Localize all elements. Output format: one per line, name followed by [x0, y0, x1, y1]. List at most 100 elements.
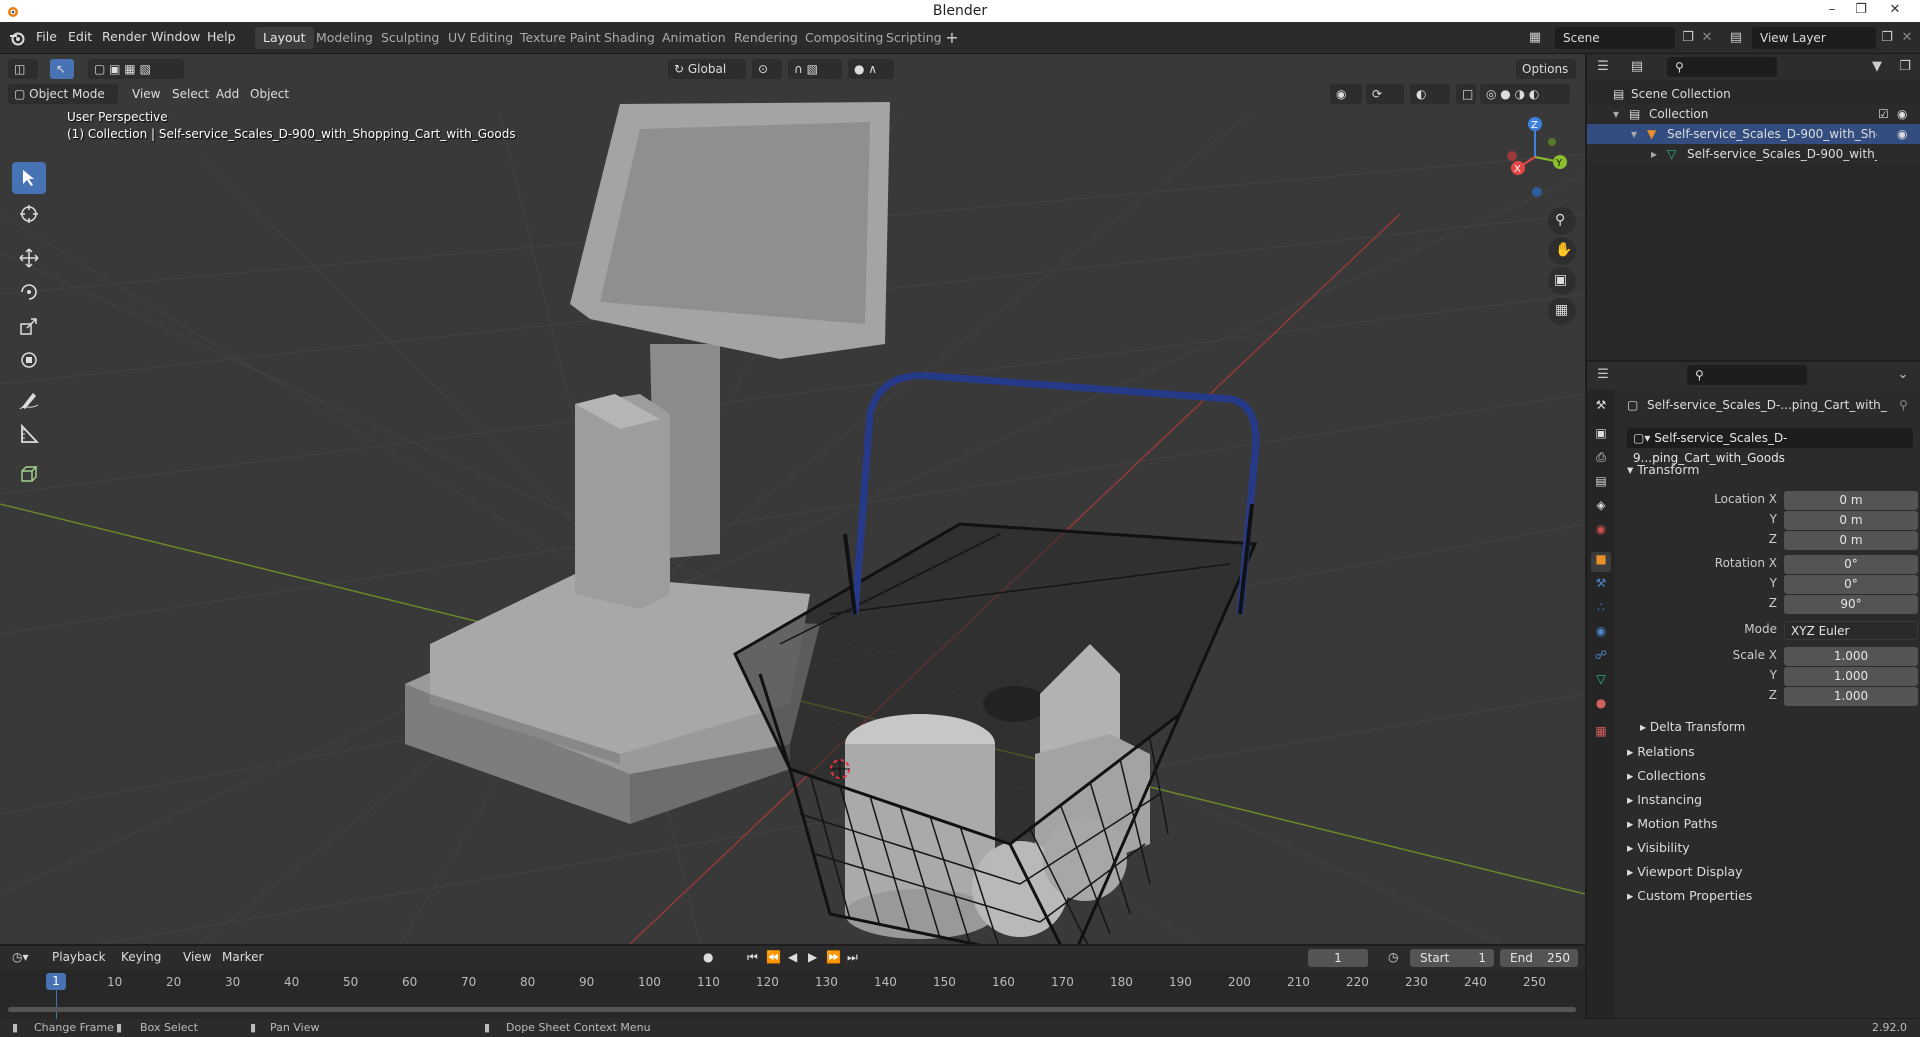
- world-tab-icon[interactable]: ◉: [1591, 522, 1611, 542]
- options-dropdown[interactable]: Options: [1516, 59, 1576, 79]
- rotation-x-field[interactable]: 0°: [1784, 555, 1918, 574]
- motion-paths-panel-header[interactable]: ▸ Motion Paths: [1627, 816, 1718, 831]
- tab-sculpting[interactable]: Sculpting: [373, 27, 447, 49]
- outliner-editor-type-icon[interactable]: ☰: [1593, 57, 1613, 77]
- collection-visibility-icon[interactable]: ◉: [1897, 104, 1907, 124]
- delta-transform-header[interactable]: ▸ Delta Transform: [1640, 720, 1745, 734]
- scale-tool[interactable]: [12, 310, 46, 342]
- object-expand-arrow-icon[interactable]: ▾: [1631, 124, 1637, 144]
- constraints-tab-icon[interactable]: ☍: [1591, 648, 1611, 668]
- delete-scene-icon[interactable]: ✕: [1697, 28, 1717, 48]
- menu-marker[interactable]: Marker: [222, 950, 263, 964]
- view-layer-tab-icon[interactable]: ▤: [1591, 474, 1611, 494]
- cursor-tool[interactable]: [12, 198, 46, 230]
- outliner-collection[interactable]: ▾ ▤ Collection ☑ ◉: [1587, 104, 1920, 124]
- menu-file[interactable]: File: [36, 29, 57, 44]
- outliner-object-row[interactable]: ▾ ▼ Self-service_Scales_D-900_with_Shopp…: [1587, 124, 1920, 144]
- physics-tab-icon[interactable]: ◉: [1591, 624, 1611, 644]
- tab-layout[interactable]: Layout: [255, 27, 314, 49]
- outliner-scene-collection[interactable]: ▤ Scene Collection: [1587, 84, 1920, 104]
- location-x-field[interactable]: 0 m: [1784, 491, 1918, 510]
- new-view-layer-icon[interactable]: ❐: [1877, 28, 1897, 48]
- timeline-editor-type-icon[interactable]: ◷▾: [12, 950, 29, 964]
- gizmo-y-label[interactable]: Y: [1555, 158, 1563, 169]
- timeline-editor[interactable]: ◷▾ Playback Keying View Marker ● ⏮ ⏪ ◀ ▶…: [0, 946, 1585, 1020]
- transform-orientation-dropdown[interactable]: ↻ Global: [668, 59, 746, 79]
- add-cube-tool[interactable]: [12, 458, 46, 490]
- particles-tab-icon[interactable]: ∴: [1591, 600, 1611, 620]
- gizmo-x-label[interactable]: X: [1514, 164, 1521, 175]
- proportional-edit-icon[interactable]: ● ∧: [848, 59, 894, 79]
- mesh-expand-arrow-icon[interactable]: ▸: [1651, 144, 1657, 164]
- select-tool-icon[interactable]: ↖: [50, 59, 74, 79]
- shading-mode-icons[interactable]: ◎ ● ◑ ◐: [1480, 84, 1570, 104]
- timeline-scrollbar[interactable]: [8, 1007, 1576, 1012]
- rotation-mode-dropdown[interactable]: XYZ Euler: [1784, 621, 1918, 640]
- visibility-panel-header[interactable]: ▸ Visibility: [1627, 840, 1690, 855]
- transform-panel-header[interactable]: ▾ Transform: [1627, 462, 1699, 477]
- camera-view-icon[interactable]: ▣: [1548, 267, 1576, 295]
- display-mode-icon[interactable]: ▤: [1627, 57, 1647, 77]
- jump-next-keyframe-icon[interactable]: ⏩: [826, 950, 841, 964]
- tab-shading[interactable]: Shading: [596, 27, 663, 49]
- location-z-field[interactable]: 0 m: [1784, 531, 1918, 550]
- location-y-field[interactable]: 0 m: [1784, 511, 1918, 530]
- transform-tool[interactable]: [12, 344, 46, 376]
- scene-tab-icon[interactable]: ◈: [1591, 498, 1611, 518]
- close-button[interactable]: ✕: [1880, 0, 1910, 22]
- blender-menu-icon[interactable]: [8, 29, 26, 47]
- object-visibility-icon[interactable]: ◉: [1897, 124, 1907, 144]
- object-tab-icon[interactable]: ■: [1591, 552, 1611, 572]
- 3d-viewport[interactable]: ◫ ↖ ▢ ▣ ▦ ▧ ↻ Global ⊙ ∩ ▧ ● ∧ Options ▢…: [0, 54, 1585, 944]
- gizmo-z-label[interactable]: Z: [1531, 120, 1538, 131]
- end-frame-field[interactable]: End 250: [1500, 949, 1578, 967]
- scale-x-field[interactable]: 1.000: [1784, 647, 1918, 666]
- view-layer-icon[interactable]: ▤: [1726, 28, 1746, 48]
- zoom-icon[interactable]: ⚲: [1548, 207, 1576, 235]
- current-frame-field[interactable]: 1: [1308, 949, 1368, 967]
- play-reverse-icon[interactable]: ◀: [788, 950, 797, 964]
- menu-add[interactable]: Add: [210, 84, 245, 104]
- maximize-button[interactable]: ❐: [1846, 0, 1876, 22]
- menu-keying[interactable]: Keying: [121, 950, 161, 964]
- collections-panel-header[interactable]: ▸ Collections: [1627, 768, 1706, 783]
- annotate-tool[interactable]: [12, 384, 46, 416]
- view-layer-field[interactable]: View Layer: [1752, 27, 1876, 49]
- relations-panel-header[interactable]: ▸ Relations: [1627, 744, 1695, 759]
- jump-start-icon[interactable]: ⏮: [747, 950, 758, 965]
- properties-editor-type-icon[interactable]: ☰: [1593, 365, 1613, 385]
- output-tab-icon[interactable]: ⎙: [1591, 450, 1611, 470]
- clock-icon[interactable]: ◷: [1388, 950, 1398, 964]
- visibility-icon[interactable]: ◉: [1330, 84, 1362, 104]
- scene-name-field[interactable]: Scene: [1555, 27, 1675, 49]
- menu-render[interactable]: Render: [102, 29, 147, 44]
- overlays-icon[interactable]: ◐: [1410, 84, 1450, 104]
- object-datablock-field[interactable]: ▢▾ Self-service_Scales_D-9...ping_Cart_w…: [1627, 428, 1913, 465]
- properties-options-icon[interactable]: ⌄: [1893, 365, 1913, 385]
- selection-mode-icons[interactable]: ▢ ▣ ▦ ▧: [88, 59, 184, 79]
- shopping-basket-model[interactable]: [733, 372, 1260, 944]
- tool-settings-tab-icon[interactable]: ⚒: [1591, 398, 1611, 418]
- viewport-display-panel-header[interactable]: ▸ Viewport Display: [1627, 864, 1743, 879]
- start-frame-field[interactable]: Start 1: [1410, 949, 1494, 967]
- pivot-point-icon[interactable]: ⊙: [752, 59, 782, 79]
- rotation-y-field[interactable]: 0°: [1784, 575, 1918, 594]
- tab-uv-editing[interactable]: UV Editing: [440, 27, 521, 49]
- pin-icon[interactable]: ⚲: [1899, 398, 1908, 412]
- data-tab-icon[interactable]: ▽: [1591, 672, 1611, 692]
- object-mode-dropdown[interactable]: ▢ Object Mode: [8, 84, 118, 104]
- tab-animation[interactable]: Animation: [654, 27, 734, 49]
- menu-select[interactable]: Select: [166, 84, 215, 104]
- expand-arrow-icon[interactable]: ▾: [1613, 104, 1619, 124]
- menu-view[interactable]: View: [126, 84, 166, 104]
- tab-rendering[interactable]: Rendering: [726, 27, 806, 49]
- scene-selector-icon[interactable]: ▦: [1525, 28, 1545, 48]
- minimize-button[interactable]: –: [1817, 0, 1847, 22]
- tab-modeling[interactable]: Modeling: [308, 27, 381, 49]
- instancing-panel-header[interactable]: ▸ Instancing: [1627, 792, 1702, 807]
- delete-view-layer-icon[interactable]: ✕: [1897, 28, 1917, 48]
- gizmos-icon[interactable]: ⟳: [1366, 84, 1404, 104]
- add-workspace-button[interactable]: +: [942, 28, 962, 48]
- pan-hand-icon[interactable]: ✋: [1548, 237, 1576, 265]
- menu-help[interactable]: Help: [207, 29, 236, 44]
